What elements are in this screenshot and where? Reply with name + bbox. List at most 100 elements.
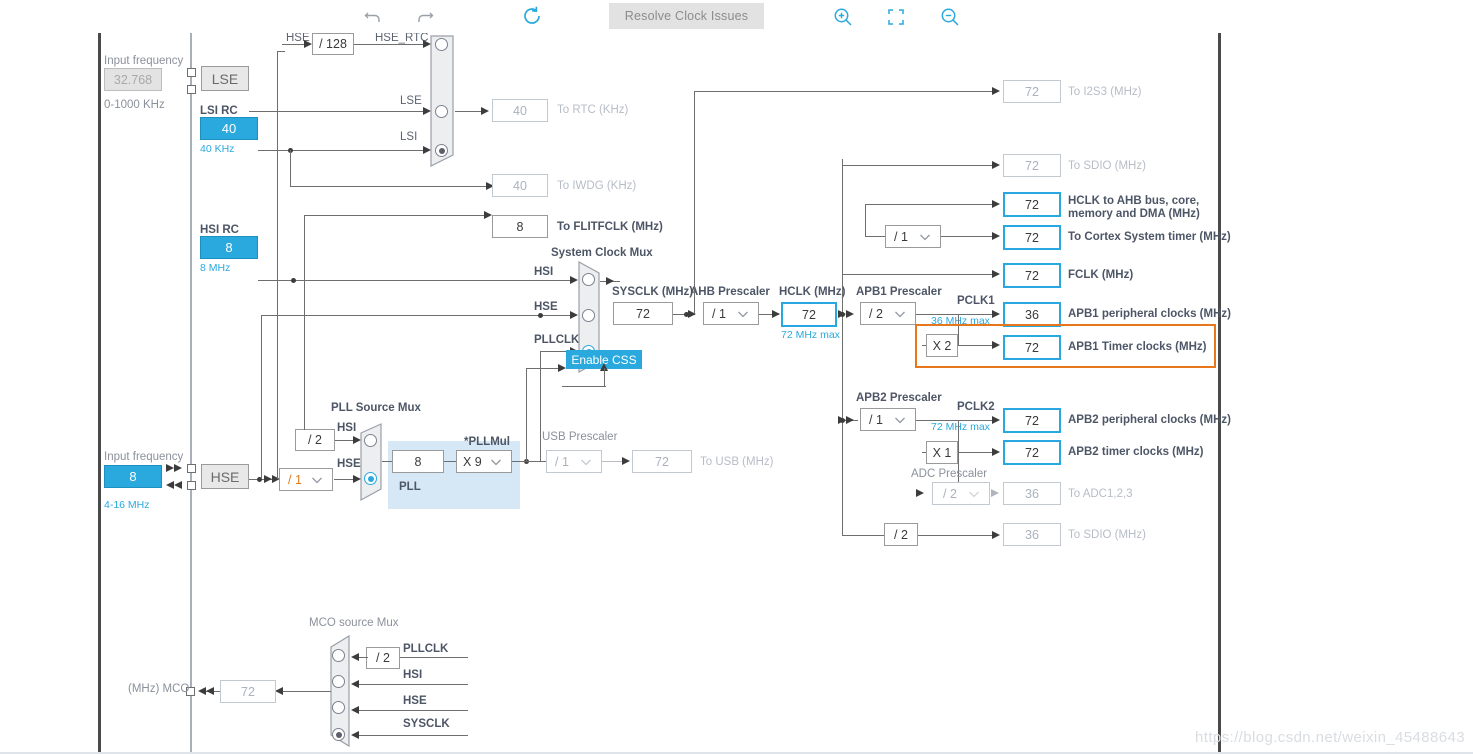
pclk1-label: PCLK1 <box>957 295 995 307</box>
lse-input-frequency-label: Input frequency <box>104 55 184 67</box>
hse-input-frequency-field[interactable]: 8 <box>104 465 162 488</box>
adc-prescaler-label: ADC Prescaler <box>911 468 988 480</box>
ahb-prescaler-select[interactable]: / 1 <box>703 302 759 325</box>
apb1-peripheral-output-field[interactable]: 36 <box>1003 302 1061 327</box>
flitfclk-output-field[interactable]: 8 <box>492 215 548 238</box>
ahb-prescaler-value: / 1 <box>712 306 726 321</box>
mco-mux-option-hse[interactable] <box>332 701 345 714</box>
apb1-prescaler-value: / 2 <box>869 306 883 321</box>
resolve-clock-issues-button[interactable]: Resolve Clock Issues <box>609 3 764 29</box>
cortex-timer-output-field[interactable]: 72 <box>1003 225 1061 250</box>
hse-pin-out <box>187 481 196 490</box>
hclk-label: HCLK (MHz) <box>779 286 846 298</box>
hclk-value-field[interactable]: 72 <box>781 302 837 327</box>
hclk-max-label: 72 MHz max <box>781 329 840 341</box>
iwdg-output-field[interactable]: 40 <box>492 174 548 197</box>
apb1-max-label: 36 MHz max <box>931 315 990 327</box>
usb-output-field[interactable]: 72 <box>632 450 692 473</box>
cortex-prescaler-value: / 1 <box>894 229 908 244</box>
usb-prescaler-value: / 1 <box>555 454 569 469</box>
apb2-timer-output-label: APB2 timer clocks (MHz) <box>1068 446 1204 458</box>
chevron-down-icon <box>309 472 325 488</box>
usb-prescaler-select[interactable]: / 1 <box>546 450 602 473</box>
hclk-ahb-output-label-line1: HCLK to AHB bus, core, memory and DMA (M… <box>1068 195 1200 220</box>
sysclk-mux-option-hsi[interactable] <box>582 273 595 286</box>
apb2-timer-multiplier-box[interactable]: X 1 <box>926 441 958 464</box>
i2s3-output-field[interactable]: 72 <box>1003 80 1061 103</box>
hse-input-frequency-label: Input frequency <box>104 451 184 463</box>
rtc-mux-option-lsi[interactable] <box>435 144 448 157</box>
lse-pin-in <box>187 68 196 77</box>
chevron-down-icon <box>735 306 751 322</box>
adc-output-field[interactable]: 36 <box>1003 482 1061 505</box>
lse-device-box[interactable]: LSE <box>201 66 249 91</box>
hsi-value-field[interactable]: 8 <box>200 236 258 259</box>
hse-divider-value: / 1 <box>288 472 302 487</box>
apb2-max-label: 72 MHz max <box>931 421 990 433</box>
fclk-output-field[interactable]: 72 <box>1003 263 1061 288</box>
lsi-value-field[interactable]: 40 <box>200 117 258 140</box>
mco-output-field[interactable]: 72 <box>220 680 276 703</box>
fit-screen-icon[interactable] <box>885 6 907 28</box>
hse-divider-select[interactable]: / 1 <box>279 468 333 491</box>
chevron-down-icon <box>966 486 982 502</box>
zoom-in-icon[interactable] <box>832 6 854 28</box>
cortex-timer-output-label: To Cortex System timer (MHz) <box>1068 231 1231 243</box>
rtc-output-field[interactable]: 40 <box>492 99 548 122</box>
fclk-output-label: FCLK (MHz) <box>1068 269 1134 281</box>
hse-range-label: 4-16 MHz <box>104 499 150 511</box>
pll-mux-option-hsi[interactable] <box>364 434 377 447</box>
hse-pin-in <box>187 464 196 473</box>
rtc-mux-option-lse[interactable] <box>435 105 448 118</box>
hse-rtc-signal-label: HSE_RTC <box>375 33 429 44</box>
mco-source-mux-title: MCO source Mux <box>309 617 399 629</box>
adc-prescaler-select[interactable]: / 2 <box>932 482 990 505</box>
mco-mux-option-hsi[interactable] <box>332 675 345 688</box>
zoom-out-icon[interactable] <box>939 6 961 28</box>
hclk-ahb-output-field[interactable]: 72 <box>1003 192 1061 217</box>
mco-output-label: (MHz) MCO <box>128 683 190 695</box>
mco-mux-option-sysclk[interactable] <box>332 728 345 741</box>
iwdg-output-label: To IWDG (KHz) <box>557 180 637 192</box>
chevron-down-icon <box>892 306 908 322</box>
rtc-lse-label: LSE <box>400 95 422 107</box>
undo-icon[interactable] <box>362 6 384 28</box>
sysclk-mux-option-hse[interactable] <box>582 309 595 322</box>
lse-input-frequency-field[interactable]: 32.768 <box>104 68 162 91</box>
pll-input-field[interactable]: 8 <box>392 450 444 473</box>
sdio-bottom-output-field[interactable]: 36 <box>1003 523 1061 546</box>
mco-pllclk-divider-box[interactable]: / 2 <box>366 647 400 669</box>
reset-icon[interactable] <box>520 4 544 28</box>
pll-mux-hsi-label: HSI <box>337 422 357 434</box>
usb-output-label: To USB (MHz) <box>700 456 774 468</box>
chip-left-boundary <box>98 33 101 754</box>
sysclk-mux-hse-label: HSE <box>534 301 558 313</box>
pll-hsi-divider-box[interactable]: / 2 <box>295 429 335 451</box>
apb2-peripheral-output-field[interactable]: 72 <box>1003 408 1061 433</box>
pllmul-label: *PLLMul <box>464 436 510 448</box>
usb-prescaler-label: USB Prescaler <box>542 431 618 443</box>
sdio-top-output-field[interactable]: 72 <box>1003 154 1061 177</box>
hse-device-box[interactable]: HSE <box>201 464 249 489</box>
mco-mux-option-pllclk[interactable] <box>332 649 345 662</box>
apb2-prescaler-select[interactable]: / 1 <box>860 408 916 431</box>
pllmul-select[interactable]: X 9 <box>456 450 512 473</box>
sdio-bottom-output-label: To SDIO (MHz) <box>1068 529 1146 541</box>
apb1-prescaler-label: APB1 Prescaler <box>856 286 942 298</box>
rtc-mux-option-hse-rtc[interactable] <box>435 38 448 51</box>
pll-mux-hse-label: HSE <box>337 458 361 470</box>
apb1-timer-output-field[interactable]: 72 <box>1003 335 1061 360</box>
clock-configuration-canvas[interactable]: Input frequency 32.768 0-1000 KHz LSE LS… <box>0 33 1473 754</box>
pll-mux-option-hse[interactable] <box>364 472 377 485</box>
hse-rtc-divider-box[interactable]: / 128 <box>312 33 354 55</box>
redo-icon[interactable] <box>414 6 436 28</box>
sysclk-value-field[interactable]: 72 <box>613 302 673 325</box>
apb1-timer-multiplier-box[interactable]: X 2 <box>926 334 958 357</box>
sdio-divider-box[interactable]: / 2 <box>884 523 918 546</box>
rtc-output-label: To RTC (KHz) <box>557 104 629 116</box>
apb2-timer-output-field[interactable]: 72 <box>1003 440 1061 465</box>
apb1-prescaler-select[interactable]: / 2 <box>860 302 916 325</box>
system-clock-mux-title: System Clock Mux <box>551 247 653 259</box>
mco-hse-label: HSE <box>403 695 427 707</box>
cortex-prescaler-select[interactable]: / 1 <box>885 225 941 248</box>
